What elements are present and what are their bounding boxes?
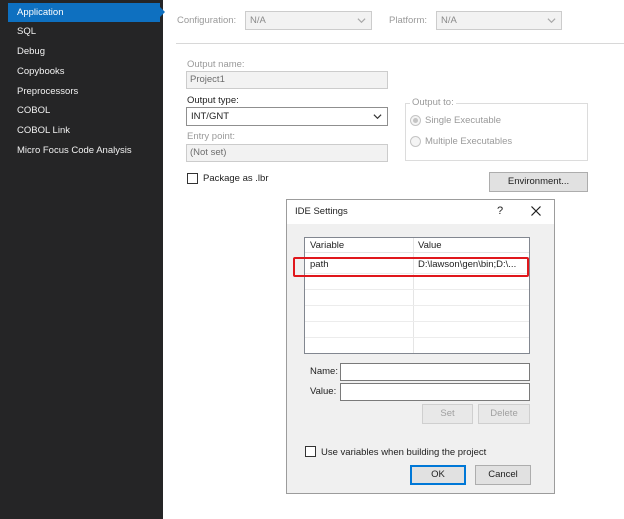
sidebar-item-label: SQL <box>17 26 37 37</box>
dialog-title: IDE Settings <box>295 206 348 217</box>
entry-point-value: (Not set) <box>190 147 227 158</box>
name-input[interactable] <box>340 363 530 381</box>
sidebar-item-code-analysis[interactable]: Micro Focus Code Analysis <box>8 141 160 160</box>
chevron-down-icon <box>373 114 382 120</box>
value-label: Value: <box>310 386 337 397</box>
entry-point-field[interactable]: (Not set) <box>186 144 388 162</box>
package-lbr-checkbox[interactable] <box>187 173 198 184</box>
use-variables-checkbox[interactable] <box>305 446 316 457</box>
sidebar-item-label: Application <box>17 7 64 18</box>
output-name-label: Output name: <box>187 59 245 70</box>
help-icon[interactable]: ? <box>497 205 503 217</box>
sidebar-item-label: Debug <box>17 46 45 57</box>
sidebar-item-debug[interactable]: Debug <box>8 42 160 61</box>
sidebar-item-cobol-link[interactable]: COBOL Link <box>8 121 160 140</box>
project-properties-sidebar: Application SQL Debug Copybooks Preproce… <box>0 0 165 519</box>
output-name-field[interactable]: Project1 <box>186 71 388 89</box>
entry-point-label: Entry point: <box>187 131 236 142</box>
sidebar-item-preprocessors[interactable]: Preprocessors <box>8 82 160 101</box>
header-separator <box>176 43 624 44</box>
use-variables-label: Use variables when building the project <box>321 447 487 458</box>
sidebar-item-label: COBOL Link <box>17 125 70 136</box>
configuration-label: Configuration: <box>177 15 237 26</box>
table-header: Variable Value <box>305 238 529 253</box>
sidebar-item-sql[interactable]: SQL <box>8 22 160 41</box>
cancel-button[interactable]: Cancel <box>475 465 531 485</box>
row-divider <box>305 337 529 338</box>
sidebar-item-label: COBOL <box>17 105 51 116</box>
row-divider <box>305 305 529 306</box>
platform-label: Platform: <box>389 15 428 26</box>
variables-table[interactable]: Variable Value path D:\lawson\gen\bin;D:… <box>304 237 530 354</box>
chevron-down-icon <box>357 18 366 24</box>
sidebar-item-label: Copybooks <box>17 66 65 77</box>
path-row-highlight <box>293 257 529 277</box>
output-to-label: Output to: <box>410 97 456 108</box>
output-name-value: Project1 <box>190 74 225 85</box>
set-button[interactable]: Set <box>422 404 473 424</box>
chevron-down-icon <box>547 18 556 24</box>
sidebar-item-copybooks[interactable]: Copybooks <box>8 62 160 81</box>
column-header-variable[interactable]: Variable <box>310 240 344 251</box>
value-input[interactable] <box>340 383 530 401</box>
output-type-select[interactable]: INT/GNT <box>186 107 388 126</box>
sidebar-item-label: Preprocessors <box>17 86 79 97</box>
row-divider <box>305 321 529 322</box>
dialog-titlebar: IDE Settings ? <box>287 200 554 224</box>
column-header-value[interactable]: Value <box>418 240 442 251</box>
sidebar-item-application[interactable]: Application <box>8 3 165 22</box>
platform-select[interactable]: N/A <box>436 11 562 30</box>
ide-settings-dialog: IDE Settings ? Variable Value path D:\la… <box>286 199 555 494</box>
name-label: Name: <box>310 366 338 377</box>
environment-button[interactable]: Environment... <box>489 172 588 192</box>
single-executable-radio[interactable] <box>410 115 421 126</box>
multiple-executables-label: Multiple Executables <box>425 136 513 147</box>
output-type-label: Output type: <box>187 95 239 106</box>
configuration-value: N/A <box>250 15 266 26</box>
output-to-group <box>405 103 588 161</box>
package-lbr-label: Package as .lbr <box>203 173 269 184</box>
sidebar-item-cobol[interactable]: COBOL <box>8 101 160 120</box>
row-divider <box>305 289 529 290</box>
ok-button[interactable]: OK <box>410 465 466 485</box>
sidebar-item-label: Micro Focus Code Analysis <box>17 145 132 156</box>
close-icon[interactable] <box>530 205 542 217</box>
platform-value: N/A <box>441 15 457 26</box>
configuration-select[interactable]: N/A <box>245 11 372 30</box>
output-type-value: INT/GNT <box>191 111 229 122</box>
multiple-executables-radio[interactable] <box>410 136 421 147</box>
single-executable-label: Single Executable <box>425 115 502 126</box>
delete-button[interactable]: Delete <box>478 404 530 424</box>
